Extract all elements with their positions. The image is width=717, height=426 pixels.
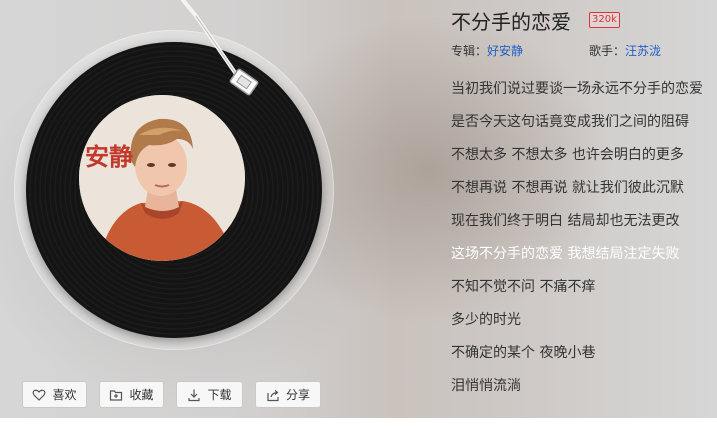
album-link[interactable]: 好安静 [487,44,523,58]
lyrics-panel[interactable]: 当初我们说过要谈一场永远不分手的恋爱 是否今天这句话竟变成我们之间的阻碍 不想太… [451,80,713,405]
download-button[interactable]: 下载 [176,381,243,408]
album-cover-art: 安静 [79,95,245,261]
player-panel: 安静 喜欢 收藏 下载 分享 不分手的恋爱 320k 专辑：好安静 歌手：汪苏泷… [0,0,717,418]
record-player: 安静 [14,30,334,350]
lyric-line: 泪悄悄流淌 [451,378,521,394]
singer-info: 歌手：汪苏泷 [589,42,661,59]
lyric-line: 不确定的某个 夜晚小巷 [451,345,596,361]
like-button[interactable]: 喜欢 [22,381,87,408]
bottom-strip [0,418,717,426]
cover-lettering: 安静 [85,143,133,171]
current-lyric-line: 这场不分手的恋爱 我想结局注定失败 [451,246,680,262]
collect-button-label: 收藏 [129,388,154,402]
download-icon [187,388,201,402]
download-button-label: 下载 [207,388,232,402]
lyric-line: 多少的时光 [451,312,521,328]
lyric-line: 不想再说 不想再说 就让我们彼此沉默 [451,180,684,196]
share-icon [266,388,280,402]
lyric-line: 不知不觉不问 不痛不痒 [451,279,596,295]
lyric-line: 现在我们终于明白 结局却也无法更改 [451,213,680,229]
heart-icon [32,388,46,402]
quality-badge[interactable]: 320k [589,12,620,28]
singer-link[interactable]: 汪苏泷 [625,44,661,58]
album-label: 专辑： [451,44,488,58]
share-button-label: 分享 [285,388,310,402]
lyric-line: 不想太多 不想太多 也许会明白的更多 [451,147,684,163]
album-cover: 安静 [79,95,245,261]
like-button-label: 喜欢 [52,388,77,402]
share-button[interactable]: 分享 [255,381,321,408]
singer-label: 歌手： [589,44,626,58]
song-title: 不分手的恋爱 [451,10,571,34]
add-folder-icon [109,388,123,402]
collect-button[interactable]: 收藏 [99,381,164,408]
album-info: 专辑：好安静 [451,42,523,59]
lyric-line: 是否今天这句话竟变成我们之间的阻碍 [451,114,689,130]
lyric-line: 当初我们说过要谈一场永远不分手的恋爱 [451,81,703,97]
